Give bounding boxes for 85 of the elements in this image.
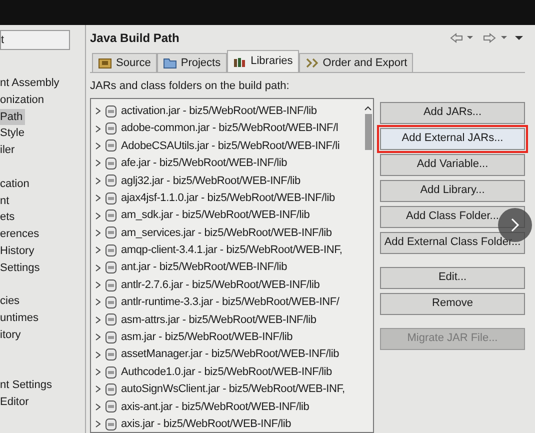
expand-icon[interactable] bbox=[95, 420, 101, 428]
expand-icon[interactable] bbox=[95, 402, 101, 411]
folder-icon bbox=[162, 57, 177, 69]
arrows-icon bbox=[304, 57, 319, 69]
library-entry[interactable]: ajax4jsf-1.1.0.jar - biz5/WebRoot/WEB-INF/lib bbox=[121, 190, 335, 206]
sidebar-item[interactable]: onization bbox=[0, 92, 46, 109]
library-entry[interactable]: asm-attrs.jar - biz5/WebRoot/WEB-INF/lib bbox=[121, 312, 316, 328]
sidebar-item[interactable]: untimes bbox=[0, 310, 41, 327]
jar-icon bbox=[105, 278, 117, 292]
sidebar-item[interactable]: iler bbox=[0, 142, 17, 159]
expand-icon[interactable] bbox=[95, 333, 101, 342]
library-entry[interactable]: adobe-common.jar - biz5/WebRoot/WEB-INF/l bbox=[121, 120, 338, 137]
sidebar-item[interactable]: nt bbox=[0, 192, 12, 210]
sidebar-item[interactable]: cies bbox=[0, 293, 22, 310]
library-entry[interactable]: am_sdk.jar - biz5/WebRoot/WEB-INF/lib bbox=[121, 207, 310, 224]
sidebar-item[interactable]: nt Settings bbox=[0, 377, 54, 394]
expand-icon[interactable] bbox=[95, 246, 101, 254]
sidebar-item[interactable]: ets bbox=[0, 209, 17, 226]
action-button[interactable]: Add JARs... bbox=[380, 102, 525, 124]
sidebar-item[interactable]: erences bbox=[0, 226, 42, 243]
jar-icon bbox=[105, 104, 117, 118]
action-button[interactable]: Add Variable... bbox=[380, 154, 525, 176]
page-title: Java Build Path bbox=[90, 30, 180, 47]
library-entry[interactable]: activation.jar - biz5/WebRoot/WEB-INF/lib bbox=[121, 102, 317, 120]
books-icon bbox=[232, 56, 247, 68]
sidebar-item[interactable]: History bbox=[0, 242, 36, 260]
jar-icon bbox=[105, 139, 117, 152]
sidebar-item[interactable]: Editor bbox=[0, 394, 31, 411]
jar-icon bbox=[105, 330, 117, 344]
sidebar-item[interactable]: Style bbox=[0, 125, 26, 142]
jar-icon bbox=[105, 296, 117, 309]
jar-icon bbox=[105, 192, 117, 205]
filter-field[interactable]: t bbox=[0, 30, 70, 50]
jar-icon bbox=[105, 209, 117, 222]
expand-icon[interactable] bbox=[95, 159, 101, 168]
library-entry[interactable]: autoSignWsClient.jar - biz5/WebRoot/WEB-INF, bbox=[121, 381, 345, 398]
scrollbar-thumb[interactable] bbox=[364, 114, 372, 150]
sidebar-item[interactable]: itory bbox=[0, 326, 23, 344]
library-entry[interactable]: antlr-runtime-3.3.jar - biz5/WebRoot/WEB-INF/ bbox=[121, 294, 340, 311]
list-label: JARs and class folders on the build path: bbox=[90, 79, 290, 94]
expand-icon[interactable] bbox=[95, 350, 101, 359]
sidebar-item[interactable]: nt Assembly bbox=[0, 75, 62, 92]
sidebar-item[interactable]: Settings bbox=[0, 260, 42, 277]
action-button[interactable]: Add External Class Folder... bbox=[380, 232, 525, 254]
library-entry[interactable]: amqp-client-3.4.1.jar - biz5/WebRoot/WEB-INF, bbox=[121, 242, 342, 259]
library-entry[interactable]: aglj32.jar - biz5/WebRoot/WEB-INF/lib bbox=[121, 172, 300, 189]
jar-icon bbox=[105, 366, 117, 379]
navigation-arrows-icon bbox=[449, 33, 525, 43]
action-button[interactable]: Add Library... bbox=[380, 180, 525, 202]
jar-icon bbox=[105, 174, 117, 188]
expand-icon[interactable] bbox=[95, 316, 101, 324]
sidebar-item[interactable]: cation bbox=[0, 176, 32, 193]
expand-icon[interactable] bbox=[95, 107, 101, 116]
library-entry[interactable]: axis-ant.jar - biz5/WebRoot/WEB-INF/lib bbox=[121, 398, 310, 416]
jar-icon bbox=[105, 261, 117, 274]
library-entry[interactable]: assetManager.jar - biz5/WebRoot/WEB-INF/lib bbox=[121, 346, 340, 363]
jar-icon bbox=[105, 313, 117, 326]
jar-icon bbox=[105, 400, 117, 414]
sidebar-item[interactable]: Path bbox=[0, 108, 25, 126]
library-entry[interactable]: AdobeCSAUtils.jar - biz5/WebRoot/WEB-INF/li bbox=[121, 138, 340, 154]
library-entry[interactable]: axis.jar - biz5/WebRoot/WEB-INF/lib bbox=[121, 416, 292, 432]
jar-icon bbox=[105, 348, 117, 362]
jar-icon bbox=[105, 382, 117, 396]
package-folder-icon bbox=[98, 57, 112, 69]
expand-icon[interactable] bbox=[95, 194, 101, 202]
library-entry[interactable]: asm.jar - biz5/WebRoot/WEB-INF/lib bbox=[121, 329, 292, 346]
action-button[interactable]: Edit... bbox=[380, 266, 525, 288]
library-entry[interactable]: am_services.jar - biz5/WebRoot/WEB-INF/lib bbox=[121, 224, 332, 242]
jar-icon bbox=[105, 156, 117, 170]
library-entry[interactable]: Authcode1.0.jar - biz5/WebRoot/WEB-INF/lib bbox=[121, 364, 332, 380]
chevron-right-icon bbox=[510, 217, 520, 233]
jar-icon bbox=[105, 122, 117, 136]
tab[interactable]: Projects bbox=[156, 53, 227, 72]
library-entry[interactable]: antlr-2.7.6.jar - biz5/WebRoot/WEB-INF/lib bbox=[121, 276, 320, 294]
jar-icon bbox=[105, 226, 117, 240]
scroll-up-icon[interactable] bbox=[364, 104, 372, 110]
library-entry[interactable]: ant.jar - biz5/WebRoot/WEB-INF/lib bbox=[121, 259, 287, 276]
tab[interactable]: Order and Export bbox=[298, 53, 414, 72]
expand-icon[interactable] bbox=[95, 264, 101, 272]
tab[interactable]: Source bbox=[92, 53, 157, 72]
action-button[interactable]: Remove bbox=[380, 292, 525, 314]
expand-icon[interactable] bbox=[95, 176, 101, 185]
library-entry[interactable]: afe.jar - biz5/WebRoot/WEB-INF/lib bbox=[121, 155, 287, 172]
jar-icon bbox=[105, 244, 117, 257]
tab[interactable]: Libraries bbox=[226, 50, 299, 72]
